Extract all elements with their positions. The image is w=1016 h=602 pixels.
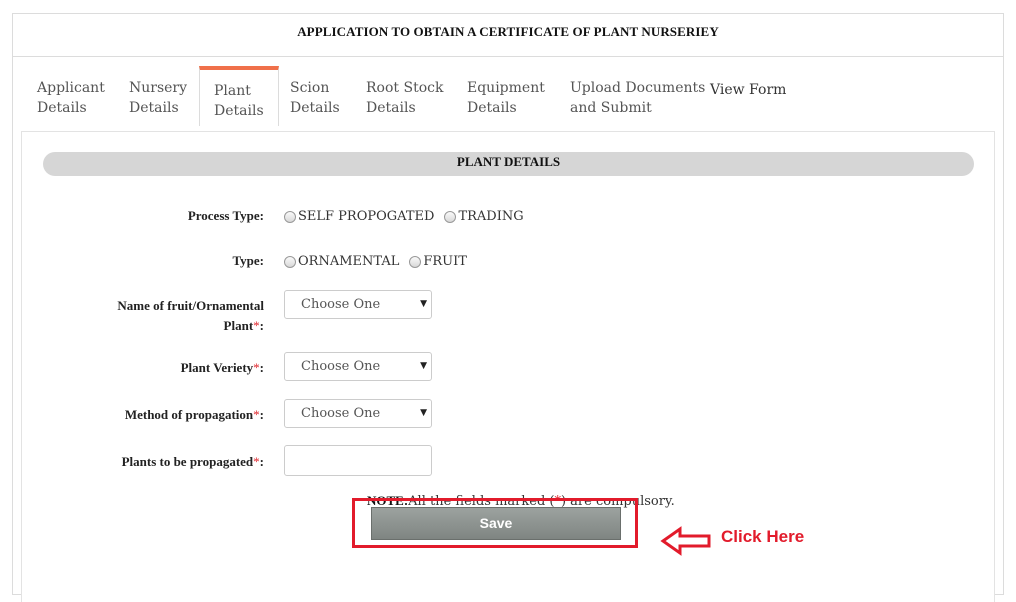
radio-label: FRUIT xyxy=(423,254,467,269)
propagation-method-label: Method of propagation*: xyxy=(125,405,264,425)
tab-nursery-details[interactable]: Nursery Details xyxy=(129,78,187,118)
radio-fruit[interactable] xyxy=(409,255,422,268)
label-text: Plant xyxy=(223,318,254,333)
section-header: PLANT DETAILS xyxy=(43,152,974,176)
radio-label: ORNAMENTAL xyxy=(298,254,400,269)
label-colon: : xyxy=(259,318,264,333)
process-type-radio-group: SELF PROPOGATED TRADING xyxy=(284,209,534,224)
caret-down-icon: ▼ xyxy=(420,361,427,371)
select-value: Choose One xyxy=(301,359,381,374)
label-colon: : xyxy=(259,407,264,422)
click-here-annotation: Click Here xyxy=(721,527,805,546)
tab-plant-details[interactable]: Plant Details xyxy=(199,66,279,126)
propagation-method-select[interactable]: Choose One ▼ xyxy=(284,399,432,428)
label-text: Plant Veriety xyxy=(180,360,254,375)
type-label: Type: xyxy=(232,253,264,268)
tab-applicant-details[interactable]: Applicant Details xyxy=(37,78,105,118)
plants-count-input[interactable] xyxy=(284,445,432,476)
tab-bar: Applicant Details Nursery Details Plant … xyxy=(13,66,1003,134)
process-type-label: Process Type: xyxy=(187,208,264,223)
label-text: Plants to be propagated xyxy=(121,454,254,469)
plant-variety-label: Plant Veriety*: xyxy=(181,358,264,378)
radio-trading[interactable] xyxy=(444,210,457,223)
radio-ornamental[interactable] xyxy=(284,255,296,268)
caret-down-icon: ▼ xyxy=(420,408,427,418)
radio-label: SELF PROPOGATED xyxy=(298,209,435,224)
select-value: Choose One xyxy=(301,297,381,312)
plant-name-select[interactable]: Choose One ▼ xyxy=(284,290,432,319)
tab-label-line1: Equipment xyxy=(467,80,545,96)
tab-equipment-details[interactable]: Equipment Details xyxy=(467,78,545,118)
caret-down-icon: ▼ xyxy=(420,299,427,309)
tab-label-line2: Details xyxy=(129,100,179,116)
tab-scion-details[interactable]: Scion Details xyxy=(290,78,340,118)
type-radio-group: ORNAMENTAL FRUIT xyxy=(284,254,477,269)
tab-label-line1: View Form xyxy=(710,82,787,98)
label-colon: : xyxy=(259,360,264,375)
tab-label-line1: Root Stock xyxy=(366,80,444,96)
tab-label-line2: Details xyxy=(290,100,340,116)
tab-view-form[interactable]: View Form xyxy=(710,80,786,100)
tab-label-line2: Details xyxy=(467,100,517,116)
tab-root-stock-details[interactable]: Root Stock Details xyxy=(366,78,443,118)
tab-upload-documents[interactable]: Upload Documents and Submit xyxy=(570,78,705,118)
plant-variety-select[interactable]: Choose One ▼ xyxy=(284,352,432,381)
tab-label-line1: Plant xyxy=(214,83,251,99)
save-button[interactable]: Save xyxy=(371,507,621,540)
label-text: Method of propagation xyxy=(124,407,254,422)
plant-name-label: Name of fruit/Ornamental Plant*: xyxy=(117,296,264,336)
tab-label-line1: Nursery xyxy=(129,80,188,96)
tab-label-line1: Applicant xyxy=(37,80,105,96)
tab-label-line2: Details xyxy=(366,100,416,116)
label-colon: : xyxy=(259,454,264,469)
plants-count-label: Plants to be propagated*: xyxy=(122,452,264,472)
select-value: Choose One xyxy=(301,406,381,421)
tab-label-line2: Details xyxy=(214,103,264,119)
left-arrow-icon xyxy=(660,526,711,556)
tab-label-line1: Scion xyxy=(290,80,330,96)
tab-label-line2: Details xyxy=(37,100,87,116)
radio-self-propogated[interactable] xyxy=(284,210,296,223)
radio-label: TRADING xyxy=(458,209,524,224)
tab-label-line1: Upload Documents xyxy=(570,80,706,96)
label-line1: Name of fruit/Ornamental xyxy=(117,298,264,313)
tab-label-line2: and Submit xyxy=(570,100,652,116)
save-highlight-box: Save xyxy=(352,498,638,548)
form-title: APPLICATION TO OBTAIN A CERTIFICATE OF P… xyxy=(13,14,1003,57)
label-line2: Plant*: xyxy=(117,316,264,336)
